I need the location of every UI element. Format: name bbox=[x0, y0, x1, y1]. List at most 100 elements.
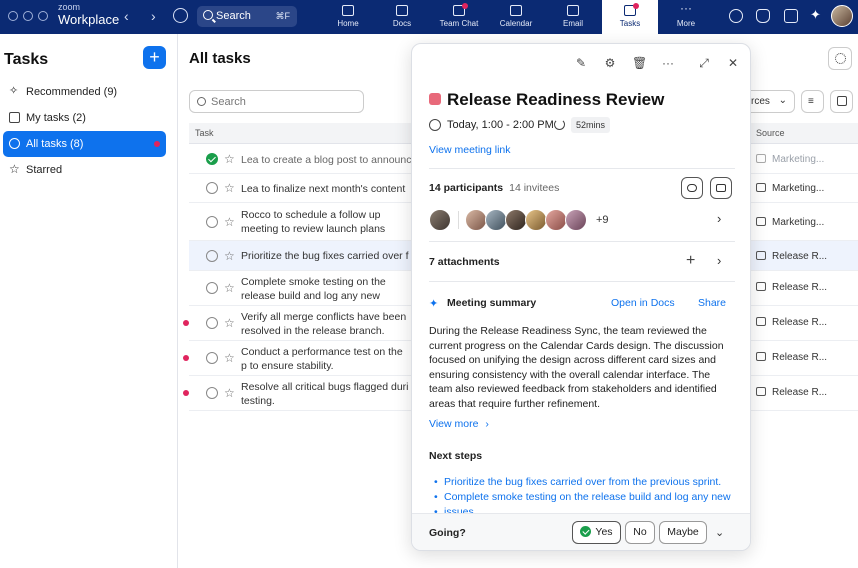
task-search-input[interactable]: Search bbox=[189, 90, 364, 113]
next-step-item[interactable]: Complete smoke testing on the release bu… bbox=[434, 491, 734, 503]
checkbox-circle[interactable] bbox=[206, 387, 218, 399]
chevron-down-icon: ⌄ bbox=[778, 95, 787, 106]
chevron-right-icon[interactable]: › bbox=[717, 211, 721, 226]
star-icon[interactable]: ☆ bbox=[224, 386, 235, 400]
view-more-link[interactable]: View more › bbox=[429, 418, 489, 430]
history-icon[interactable] bbox=[173, 8, 188, 23]
star-icon[interactable]: ☆ bbox=[224, 281, 235, 295]
view-meeting-link[interactable]: View meeting link bbox=[429, 144, 511, 156]
layout-button[interactable] bbox=[830, 90, 853, 113]
people-icon bbox=[9, 138, 20, 149]
rsvp-yes-button[interactable]: Yes bbox=[572, 521, 621, 544]
source-label: Release R... bbox=[772, 282, 828, 293]
add-task-button[interactable]: + bbox=[143, 46, 166, 69]
rsvp-no-button[interactable]: No bbox=[625, 521, 655, 544]
back-arrow-icon[interactable]: ‹ bbox=[124, 8, 129, 24]
tab-label: More bbox=[676, 19, 696, 28]
checkbox-circle[interactable] bbox=[206, 216, 218, 228]
tab-email[interactable]: Email bbox=[545, 0, 601, 34]
event-color-swatch bbox=[429, 93, 441, 105]
sidebar-item-my-tasks[interactable]: My tasks (2) bbox=[3, 105, 166, 131]
sidebar-item-recommended[interactable]: ✧ Recommended (9) bbox=[3, 79, 166, 105]
forward-arrow-icon[interactable]: › bbox=[151, 8, 156, 24]
checkbox-circle[interactable] bbox=[206, 250, 218, 262]
calendar-icon bbox=[756, 282, 766, 291]
participant-avatar[interactable] bbox=[565, 209, 587, 231]
expand-icon[interactable]: ⤢ bbox=[697, 56, 711, 70]
column-task[interactable]: Task bbox=[195, 128, 214, 138]
tab-label: Tasks bbox=[619, 19, 641, 28]
chevron-down-icon[interactable]: ⌄ bbox=[715, 526, 724, 539]
task-source: Marketing... bbox=[756, 217, 824, 228]
tab-docs[interactable]: Docs bbox=[374, 0, 430, 34]
task-source: Release R... bbox=[756, 251, 827, 262]
task-title: Resolve all critical bugs flagged duri t… bbox=[241, 381, 409, 407]
duration-badge: 52mins bbox=[571, 117, 611, 133]
close-icon[interactable]: ✕ bbox=[726, 56, 740, 70]
checkbox-circle[interactable] bbox=[206, 182, 218, 194]
task-title: Verify all merge conflicts have been res… bbox=[241, 311, 407, 337]
help-icon[interactable] bbox=[729, 9, 743, 23]
sidebar-item-starred[interactable]: ☆ Starred bbox=[3, 157, 166, 183]
tasks-icon bbox=[624, 3, 639, 16]
participant-avatar[interactable] bbox=[485, 209, 507, 231]
filter-button[interactable]: ≡ bbox=[801, 90, 824, 113]
trash-icon[interactable]: 🗑 bbox=[632, 56, 647, 70]
tab-calendar[interactable]: Calendar bbox=[488, 0, 544, 34]
star-icon[interactable]: ☆ bbox=[224, 215, 235, 229]
open-in-docs-link[interactable]: Open in Docs bbox=[611, 297, 675, 309]
sidebar-item-label: Recommended (9) bbox=[26, 86, 118, 98]
completed-check-icon[interactable] bbox=[206, 153, 218, 165]
chevron-right-icon[interactable]: › bbox=[717, 253, 721, 268]
more-participants[interactable]: +9 bbox=[596, 214, 609, 226]
global-search[interactable]: Search ⌘F bbox=[197, 6, 297, 27]
email-button[interactable] bbox=[710, 177, 732, 199]
next-step-item[interactable]: Prioritize the bug fixes carried over fr… bbox=[434, 476, 734, 488]
source-label: Release R... bbox=[772, 387, 828, 398]
rsvp-maybe-button[interactable]: Maybe bbox=[659, 521, 707, 544]
checkbox-circle[interactable] bbox=[206, 352, 218, 364]
host-avatar[interactable] bbox=[429, 209, 451, 231]
tab-home[interactable]: Home bbox=[320, 0, 376, 34]
gear-icon[interactable]: ⚙ bbox=[603, 56, 617, 70]
checkbox-circle[interactable] bbox=[206, 317, 218, 329]
tab-more[interactable]: ··· More bbox=[658, 0, 714, 34]
divider bbox=[429, 168, 735, 169]
whiteboard-icon[interactable] bbox=[784, 9, 798, 23]
tab-label: Calendar bbox=[499, 19, 533, 28]
star-icon[interactable]: ☆ bbox=[224, 249, 235, 263]
star-icon[interactable]: ☆ bbox=[224, 181, 235, 195]
tab-tasks[interactable]: Tasks bbox=[602, 0, 658, 34]
participant-avatar[interactable] bbox=[545, 209, 567, 231]
more-dots-icon[interactable]: ··· bbox=[661, 56, 675, 70]
star-icon[interactable]: ☆ bbox=[224, 351, 235, 365]
window-close-icon[interactable] bbox=[8, 11, 18, 21]
recurring-icon bbox=[554, 119, 565, 130]
participant-avatar[interactable] bbox=[525, 209, 547, 231]
calendar-icon bbox=[756, 352, 766, 361]
source-label: Release R... bbox=[772, 352, 828, 363]
participant-avatar[interactable] bbox=[505, 209, 527, 231]
tab-label: Team Chat bbox=[439, 19, 479, 28]
ai-companion-icon[interactable]: ✦ bbox=[810, 8, 824, 23]
sidebar-item-all-tasks[interactable]: All tasks (8) bbox=[3, 131, 166, 157]
settings-button[interactable] bbox=[828, 47, 852, 70]
column-source[interactable]: Source bbox=[756, 128, 785, 138]
participants-summary: 14 participants 14 invitees bbox=[429, 182, 559, 194]
add-attachment-icon[interactable]: + bbox=[686, 252, 695, 270]
window-zoom-icon[interactable] bbox=[38, 11, 48, 21]
window-controls[interactable] bbox=[8, 11, 48, 21]
tab-team-chat[interactable]: Team Chat bbox=[431, 0, 487, 34]
chat-button[interactable] bbox=[681, 177, 703, 199]
notifications-bell-icon[interactable] bbox=[756, 9, 770, 23]
star-icon[interactable]: ☆ bbox=[224, 152, 235, 166]
participant-avatar[interactable] bbox=[465, 209, 487, 231]
star-icon[interactable]: ☆ bbox=[224, 316, 235, 330]
user-avatar[interactable] bbox=[831, 5, 853, 27]
share-link[interactable]: Share bbox=[698, 297, 726, 309]
checkbox-circle[interactable] bbox=[206, 282, 218, 294]
search-icon bbox=[203, 10, 213, 20]
window-minimize-icon[interactable] bbox=[23, 11, 33, 21]
clock-icon bbox=[429, 119, 441, 131]
edit-pencil-icon[interactable]: ✎ bbox=[574, 56, 588, 70]
